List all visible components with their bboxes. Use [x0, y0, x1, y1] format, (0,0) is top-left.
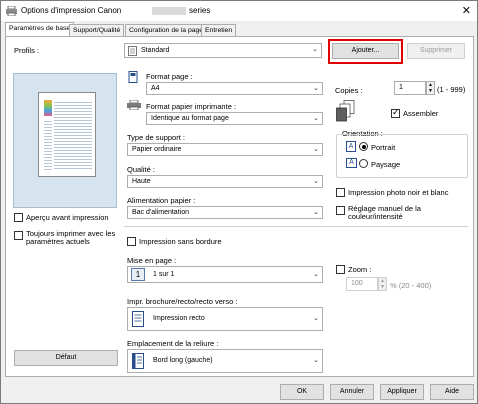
add-profile-button[interactable]: Ajouter... [332, 43, 399, 59]
page-preview [38, 92, 96, 177]
layout-select[interactable]: 1 1 sur 1 ⌄ [127, 266, 323, 283]
spin-down-icon[interactable]: ▼ [379, 284, 386, 290]
printer-paper-size-value: Identique au format page [151, 115, 229, 122]
single-sided-icon [132, 311, 144, 327]
help-button[interactable]: Aide [430, 384, 474, 400]
duplex-value: Impression recto [153, 315, 205, 322]
show-preview-label: Aperçu avant impression [26, 213, 109, 222]
zoom-value: 100 [351, 280, 363, 287]
printer-paper-icon [127, 100, 141, 110]
zoom-input[interactable]: 100 [346, 277, 378, 291]
print-options-window: Options d'impression Canon series ✕ Para… [0, 0, 478, 404]
media-type-label: Type de support : [127, 133, 185, 142]
profiles-select[interactable]: Standard ⌄ [124, 43, 322, 58]
profiles-label: Profils : [14, 46, 40, 55]
copies-value: 1 [399, 84, 403, 91]
landscape-label: Paysage [371, 160, 401, 169]
section-divider [124, 226, 468, 227]
chevron-down-icon: ⌄ [312, 46, 318, 53]
page-size-icon [128, 71, 138, 83]
document-icon [128, 46, 137, 56]
default-button[interactable]: Défaut [14, 350, 118, 366]
collate-icon [336, 100, 355, 122]
cancel-button[interactable]: Annuler [330, 384, 374, 400]
zoom-range: % (20 - 400) [390, 281, 432, 290]
basic-settings-panel: Profils : Standard ⌄ Ajouter... Supprime… [5, 36, 474, 377]
layout-label: Mise en page : [127, 256, 177, 265]
manual-color-checkbox[interactable] [336, 206, 345, 215]
collate-label: Assembler [403, 109, 439, 118]
ok-button[interactable]: OK [280, 384, 324, 400]
apply-button[interactable]: Appliquer [380, 384, 424, 400]
chevron-down-icon: ⌄ [313, 209, 319, 216]
layout-icon: 1 [131, 268, 145, 281]
portrait-radio[interactable] [359, 142, 368, 151]
duplex-label: Impr. brochure/recto/recto verso : [127, 297, 238, 306]
duplex-select[interactable]: Impression recto ⌄ [127, 307, 323, 331]
preview-text-lines-left [44, 119, 52, 170]
copies-spinner[interactable]: ▲ ▼ [426, 81, 435, 95]
delete-profile-button[interactable]: Supprimer [407, 43, 465, 59]
page-size-select[interactable]: A4 ⌄ [146, 82, 323, 95]
binding-long-edge-icon [132, 353, 144, 369]
chevron-down-icon: ⌄ [313, 85, 319, 92]
landscape-icon: A [346, 158, 357, 168]
chevron-down-icon: ⌄ [313, 115, 319, 122]
binding-select[interactable]: Bord long (gauche) ⌄ [127, 349, 323, 373]
paper-source-value: Bac d'alimentation [132, 209, 189, 216]
always-print-checkbox[interactable] [14, 231, 23, 240]
chevron-down-icon: ⌄ [313, 178, 319, 185]
portrait-icon: A [346, 141, 356, 152]
quality-select[interactable]: Haute ⌄ [127, 175, 323, 188]
printer-icon [6, 6, 17, 16]
title-bar: Options d'impression Canon series ✕ [1, 1, 477, 21]
copies-input[interactable]: 1 [394, 81, 426, 95]
zoom-spinner[interactable]: ▲ ▼ [378, 277, 387, 291]
preview-text-lines [54, 100, 92, 170]
media-type-select[interactable]: Papier ordinaire ⌄ [127, 143, 323, 156]
portrait-label: Portrait [371, 143, 396, 152]
chevron-down-icon: ⌄ [313, 315, 319, 322]
copies-label: Copies : [335, 86, 363, 95]
zoom-checkbox[interactable] [336, 265, 345, 274]
paper-source-label: Alimentation papier : [127, 196, 196, 205]
profiles-value: Standard [141, 47, 170, 54]
close-icon[interactable]: ✕ [462, 4, 471, 17]
spin-down-icon[interactable]: ▼ [427, 88, 434, 94]
chevron-down-icon: ⌄ [313, 146, 319, 153]
chevron-down-icon: ⌄ [313, 271, 319, 278]
binding-label: Emplacement de la reliure : [127, 339, 219, 348]
page-size-label: Format page : [146, 72, 193, 81]
preview-image [44, 100, 52, 116]
quality-value: Haute [132, 178, 151, 185]
zoom-label: Zoom : [348, 265, 372, 274]
preview-area [13, 73, 117, 208]
borderless-checkbox[interactable] [127, 237, 136, 246]
binding-value: Bord long (gauche) [153, 357, 213, 364]
printer-paper-size-select[interactable]: Identique au format page ⌄ [146, 112, 323, 125]
show-preview-checkbox[interactable] [14, 213, 23, 222]
printer-paper-size-label: Format papier imprimante : [146, 102, 237, 111]
collate-checkbox[interactable] [391, 107, 400, 118]
copies-range: (1 - 999) [437, 85, 466, 94]
quality-label: Qualité : [127, 165, 155, 174]
window-title-tail: series [189, 6, 211, 15]
page-size-value: A4 [151, 85, 160, 92]
always-print-label: Toujours imprimer avec les paramètres ac… [26, 229, 116, 246]
grayscale-checkbox[interactable] [336, 188, 345, 197]
borderless-label: Impression sans bordure [139, 237, 222, 246]
grayscale-label: Impression photo noir et blanc [348, 188, 449, 197]
paper-source-select[interactable]: Bac d'alimentation ⌄ [127, 206, 323, 219]
chevron-down-icon: ⌄ [313, 357, 319, 364]
media-type-value: Papier ordinaire [132, 146, 182, 153]
layout-value: 1 sur 1 [153, 271, 175, 278]
window-title: Options d'impression Canon [21, 6, 122, 15]
model-name-redacted [152, 7, 186, 15]
tab-basic-settings[interactable]: Paramètres de base [5, 22, 75, 37]
landscape-radio[interactable] [359, 159, 368, 168]
manual-color-label: Réglage manuel de la couleur/intensité [348, 204, 421, 221]
